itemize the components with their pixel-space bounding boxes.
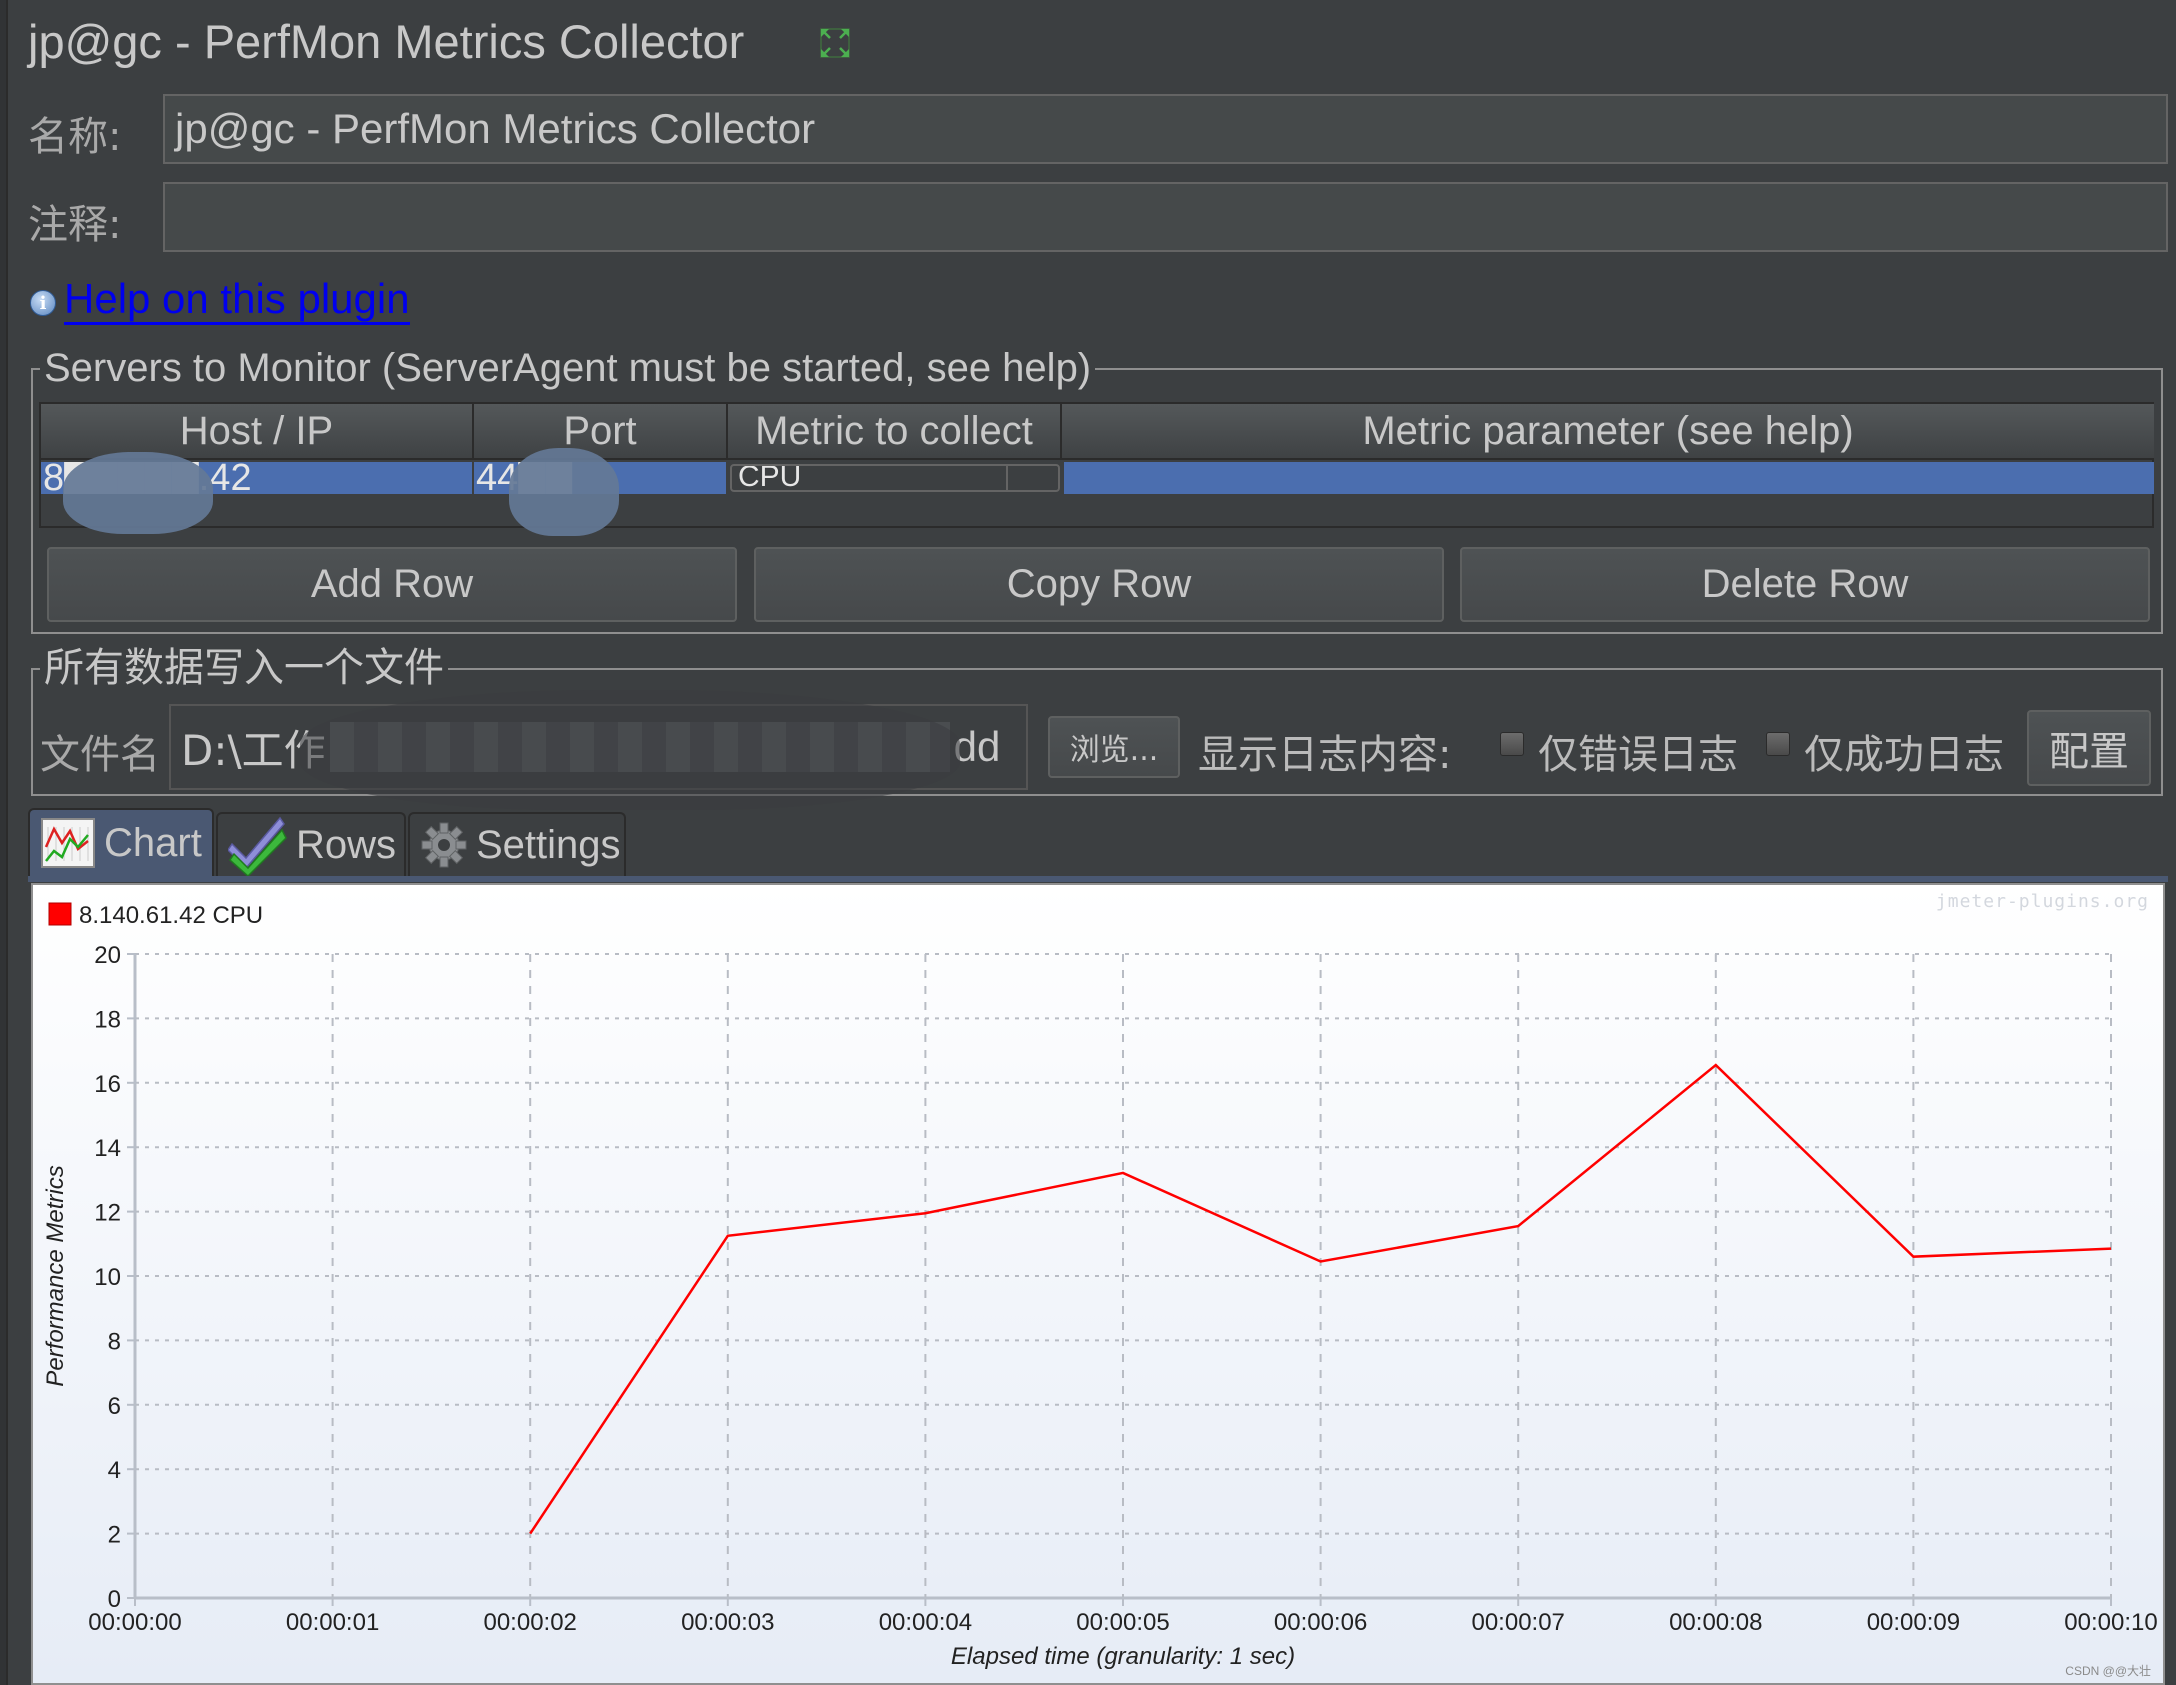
left-panel-edge [0, 0, 8, 1685]
redaction-blur [509, 448, 619, 536]
comment-label: 注释: [28, 202, 122, 248]
success-only-checkbox[interactable] [1766, 732, 1790, 756]
column-header-port[interactable]: Port [474, 404, 728, 460]
filename-label: 文件名 [40, 732, 160, 778]
file-group-title: 所有数据写入一个文件 [40, 646, 448, 690]
expand-icon[interactable] [818, 26, 852, 60]
metric-select-value: CPU [738, 464, 802, 492]
x-tick-label: 00:00:09 [1867, 1609, 1960, 1636]
copy-row-button[interactable]: Copy Row [754, 547, 1444, 622]
metric-select[interactable]: CPU [730, 464, 1060, 492]
tab-chart-label: Chart [104, 820, 202, 865]
info-icon: i [30, 290, 56, 316]
y-tick-label: 4 [108, 1457, 121, 1484]
tab-settings[interactable]: Settings [408, 812, 626, 876]
name-field[interactable]: jp@gc - PerfMon Metrics Collector [163, 94, 2168, 164]
legend-swatch [48, 902, 72, 926]
gear-icon [421, 822, 467, 868]
x-tick-label: 00:00:05 [1076, 1609, 1169, 1636]
log-content-label: 显示日志内容: [1198, 732, 1452, 778]
tab-rows-label: Rows [296, 822, 397, 867]
page-title: jp@gc - PerfMon Metrics Collector [28, 15, 745, 68]
y-tick-label: 8 [108, 1328, 121, 1355]
errors-only-checkbox[interactable] [1500, 732, 1524, 756]
y-tick-label: 6 [108, 1393, 121, 1420]
tab-settings-label: Settings [476, 822, 621, 867]
configure-button[interactable]: 配置 [2027, 710, 2151, 786]
y-tick-label: 14 [94, 1135, 121, 1162]
delete-row-button[interactable]: Delete Row [1460, 547, 2150, 622]
y-axis-label: Performance Metrics [42, 1165, 69, 1386]
servers-table[interactable]: Host / IP Port Metric to collect Metric … [39, 402, 2154, 536]
column-header-parameter[interactable]: Metric parameter (see help) [1062, 404, 2154, 460]
credit-text: CSDN @@大壮 [2065, 1664, 2151, 1678]
table-row[interactable]: 8█████.42 44██ CPU [41, 448, 2154, 536]
y-tick-label: 18 [94, 1006, 121, 1033]
y-tick-label: 20 [94, 942, 121, 969]
chart-legend: 8.140.61.42 CPU [48, 902, 263, 929]
line-chart-icon [41, 818, 95, 868]
legend-label: 8.140.61.42 CPU [79, 902, 263, 929]
x-tick-label: 00:00:10 [2064, 1609, 2157, 1636]
column-header-metric[interactable]: Metric to collect [728, 404, 1062, 460]
x-tick-label: 00:00:04 [879, 1609, 972, 1636]
x-tick-label: 00:00:07 [1471, 1609, 1564, 1636]
x-axis-label: Elapsed time (granularity: 1 sec) [951, 1643, 1295, 1670]
redaction-blur [63, 452, 213, 534]
name-field-value: jp@gc - PerfMon Metrics Collector [175, 105, 816, 152]
checkmark-icon [228, 816, 287, 876]
column-header-host[interactable]: Host / IP [41, 404, 474, 460]
cell-parameter[interactable] [1064, 462, 2154, 494]
y-tick-label: 12 [94, 1200, 121, 1227]
browse-button[interactable]: 浏览... [1048, 716, 1180, 778]
x-tick-label: 00:00:00 [88, 1609, 181, 1636]
chart-panel: jmeter-plugins.org 0 2 4 6 8 10 12 14 16 18 20 00:0… [31, 883, 2165, 1685]
tab-chart[interactable]: Chart [28, 808, 214, 876]
tab-rows[interactable]: Rows [216, 812, 406, 876]
help-link[interactable]: Help on this plugin [64, 276, 410, 325]
filename-value-suffix: dd [953, 723, 1001, 770]
chevron-down-icon[interactable] [1006, 466, 1058, 490]
line-chart: 0246810121416182000:00:00 00:00:01 00:00:0… [42, 902, 2158, 1670]
x-tick-label: 00:00:02 [483, 1609, 576, 1636]
success-only-label: 仅成功日志 [1804, 732, 2004, 778]
comment-field[interactable] [163, 182, 2168, 252]
errors-only-label: 仅错误日志 [1538, 732, 1738, 778]
tab-strip [28, 876, 2168, 882]
y-tick-label: 10 [94, 1264, 121, 1291]
redaction-blur [300, 690, 960, 810]
servers-group-title: Servers to Monitor (ServerAgent must be … [40, 346, 1096, 390]
x-tick-label: 00:00:08 [1669, 1609, 1762, 1636]
x-tick-label: 00:00:01 [286, 1609, 379, 1636]
y-tick-label: 16 [94, 1071, 121, 1098]
x-tick-label: 00:00:03 [681, 1609, 774, 1636]
x-tick-label: 00:00:06 [1274, 1609, 1367, 1636]
add-row-button[interactable]: Add Row [47, 547, 737, 622]
name-label: 名称: [28, 114, 122, 160]
chart-grid [135, 953, 2112, 1598]
y-tick-label: 2 [108, 1522, 121, 1549]
